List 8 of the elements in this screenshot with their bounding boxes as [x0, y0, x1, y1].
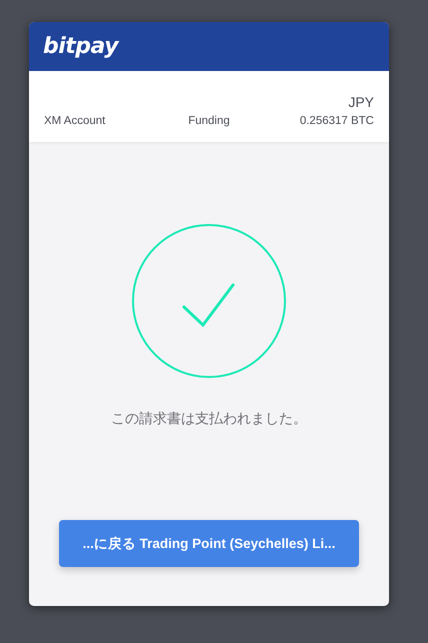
- return-button[interactable]: ...に戻る Trading Point (Seychelles) Li...: [59, 520, 359, 567]
- item-name: Funding: [188, 115, 230, 127]
- logo: bitpay: [43, 34, 118, 59]
- merchant-name: XM Account: [44, 115, 106, 127]
- crypto-amount: 0.256317 BTC: [300, 115, 374, 127]
- checkmark-circle-icon: [131, 223, 287, 379]
- status-message: この請求書は支払われました。: [111, 410, 307, 428]
- fiat-currency: JPY: [348, 94, 374, 110]
